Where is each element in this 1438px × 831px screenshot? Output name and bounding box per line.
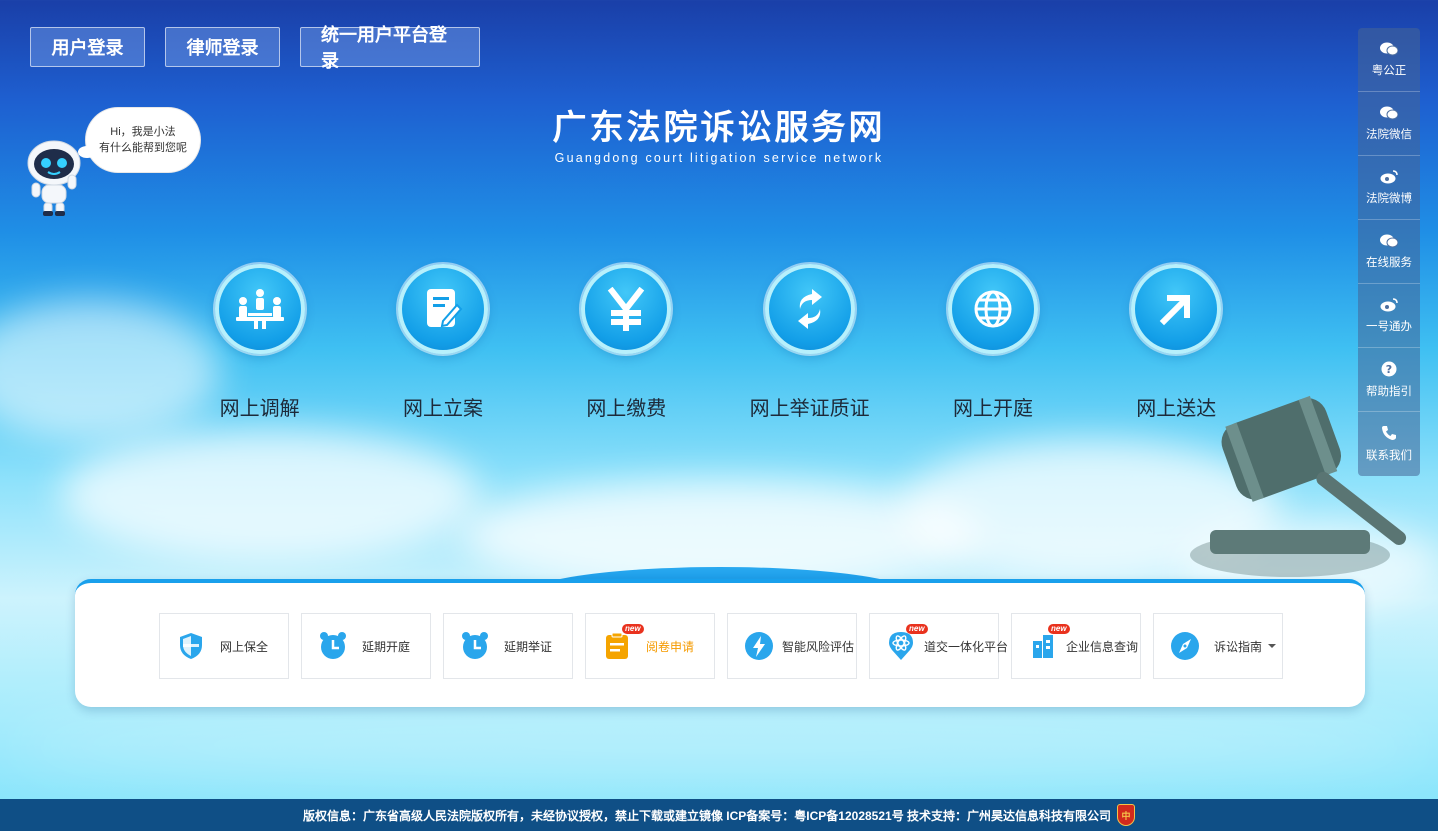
new-badge: new — [906, 624, 928, 634]
service-label: 网上调解 — [219, 398, 300, 420]
svg-text:?: ? — [1386, 363, 1392, 376]
chevron-down-icon[interactable] — [1268, 644, 1277, 648]
user-login-button[interactable]: 用户登录 — [30, 27, 145, 67]
sidebar-item-label: 帮助指引 — [1366, 385, 1412, 398]
main-services: 网上调解 网上立案 网上缴费 网上举证质证 网上开庭 网上送达 — [168, 264, 1268, 421]
assistant-speech-bubble[interactable]: Hi，我是小法 有什么能帮到您呢 — [78, 108, 200, 172]
service-label: 网上举证质证 — [749, 398, 870, 420]
building-icon — [1028, 631, 1058, 661]
filing-icon — [397, 264, 488, 354]
site-title-en: Guangdong court litigation service netwo… — [554, 151, 884, 165]
footer-copyright: 版权信息：广东省高级人民法院版权所有，未经协议授权，禁止下载或建立镜像 ICP备… — [302, 808, 1112, 823]
sidebar-item-court-wechat[interactable]: 法院微信 — [1358, 92, 1420, 156]
quick-risk-assessment[interactable]: 智能风险评估 — [727, 613, 857, 679]
sidebar-item-label: 法院微博 — [1366, 192, 1412, 205]
site-title: 广东法院诉讼服务网 Guangdong court litigation ser… — [0, 100, 1438, 165]
service-label: 网上缴费 — [586, 398, 667, 420]
quick-services-panel: 网上保全 延期开庭 延期举证 new 阅卷申请 智能风险评估 new 道交一体化… — [75, 579, 1365, 707]
service-online-hearing[interactable]: 网上开庭 — [901, 264, 1084, 421]
arrow-icon — [1131, 264, 1222, 354]
evidence-icon — [764, 264, 855, 354]
document-icon — [602, 631, 632, 661]
login-bar: 用户登录 律师登录 统一用户平台登录 — [30, 25, 480, 71]
help-icon: ? — [1381, 361, 1397, 376]
wechat-icon — [1380, 106, 1398, 119]
weibo-icon — [1380, 297, 1398, 311]
quick-traffic-platform[interactable]: new 道交一体化平台 — [869, 613, 1008, 679]
assistant-greeting: Hi，我是小法 — [110, 126, 176, 138]
quick-file-review[interactable]: new 阅卷申请 — [585, 613, 715, 679]
site-title-cn: 广东法院诉讼服务网 — [552, 108, 886, 148]
sidebar-item-contact[interactable]: 联系我们 — [1358, 412, 1420, 476]
service-online-evidence[interactable]: 网上举证质证 — [718, 264, 901, 421]
new-badge: new — [1048, 624, 1070, 634]
cloud-decoration — [0, 700, 1438, 790]
quick-delay-evidence[interactable]: 延期举证 — [443, 613, 573, 679]
service-label: 网上开庭 — [952, 398, 1033, 420]
lightning-icon — [744, 631, 774, 661]
quick-litigation-guide[interactable]: 诉讼指南 — [1153, 613, 1283, 679]
right-sidebar: 粤公正 法院微信 法院微博 在线服务 一号通办 ? 帮助指引 联系我们 — [1358, 28, 1420, 476]
quick-label: 网上保全 — [220, 639, 269, 654]
compass-icon — [1170, 631, 1200, 661]
service-online-filing[interactable]: 网上立案 — [351, 264, 534, 421]
quick-delay-hearing[interactable]: 延期开庭 — [301, 613, 431, 679]
quick-label: 企业信息查询 — [1066, 639, 1139, 654]
service-label: 网上立案 — [402, 398, 483, 420]
wechat-icon — [1380, 42, 1398, 55]
sidebar-item-one-number[interactable]: 一号通办 — [1358, 284, 1420, 348]
sidebar-item-label: 在线服务 — [1366, 256, 1412, 269]
robot-assistant-icon[interactable] — [24, 135, 86, 217]
wechat-icon — [1380, 234, 1398, 247]
service-online-payment[interactable]: 网上缴费 — [535, 264, 718, 421]
lawyer-login-button[interactable]: 律师登录 — [165, 27, 280, 67]
footer: 版权信息：广东省高级人民法院版权所有，未经协议授权，禁止下载或建立镜像 ICP备… — [0, 799, 1438, 831]
atom-icon — [886, 631, 916, 661]
sidebar-item-online-service[interactable]: 在线服务 — [1358, 220, 1420, 284]
sidebar-item-help[interactable]: ? 帮助指引 — [1358, 348, 1420, 412]
quick-label: 延期举证 — [504, 639, 553, 654]
sidebar-item-court-weibo[interactable]: 法院微博 — [1358, 156, 1420, 220]
quick-online-preservation[interactable]: 网上保全 — [159, 613, 289, 679]
new-badge: new — [622, 624, 644, 634]
yuan-icon — [581, 264, 672, 354]
sidebar-item-label: 联系我们 — [1366, 450, 1412, 462]
sidebar-item-yue-gongzheng[interactable]: 粤公正 — [1358, 28, 1420, 92]
globe-icon — [947, 264, 1038, 354]
police-badge-icon[interactable]: 中 — [1117, 804, 1136, 826]
alarm-clock-icon — [318, 631, 348, 661]
quick-label: 智能风险评估 — [782, 639, 855, 654]
quick-enterprise-query[interactable]: new 企业信息查询 — [1011, 613, 1141, 679]
weibo-icon — [1380, 169, 1398, 183]
cloud-decoration — [60, 430, 480, 560]
sidebar-item-label: 一号通办 — [1366, 320, 1412, 333]
sidebar-item-label: 法院微信 — [1366, 128, 1412, 141]
quick-label: 诉讼指南 — [1214, 639, 1263, 654]
sidebar-item-label: 粤公正 — [1371, 64, 1407, 77]
quick-label: 道交一体化平台 — [924, 639, 1009, 654]
service-online-mediation[interactable]: 网上调解 — [168, 264, 351, 421]
unified-login-button[interactable]: 统一用户平台登录 — [300, 25, 480, 71]
alarm-clock-icon — [460, 631, 490, 661]
phone-icon — [1382, 426, 1396, 440]
quick-label: 阅卷申请 — [646, 639, 695, 654]
quick-label: 延期开庭 — [362, 639, 411, 654]
shield-icon — [176, 631, 206, 661]
mediation-icon — [214, 264, 305, 354]
assistant-question: 有什么能帮到您呢 — [99, 142, 187, 154]
